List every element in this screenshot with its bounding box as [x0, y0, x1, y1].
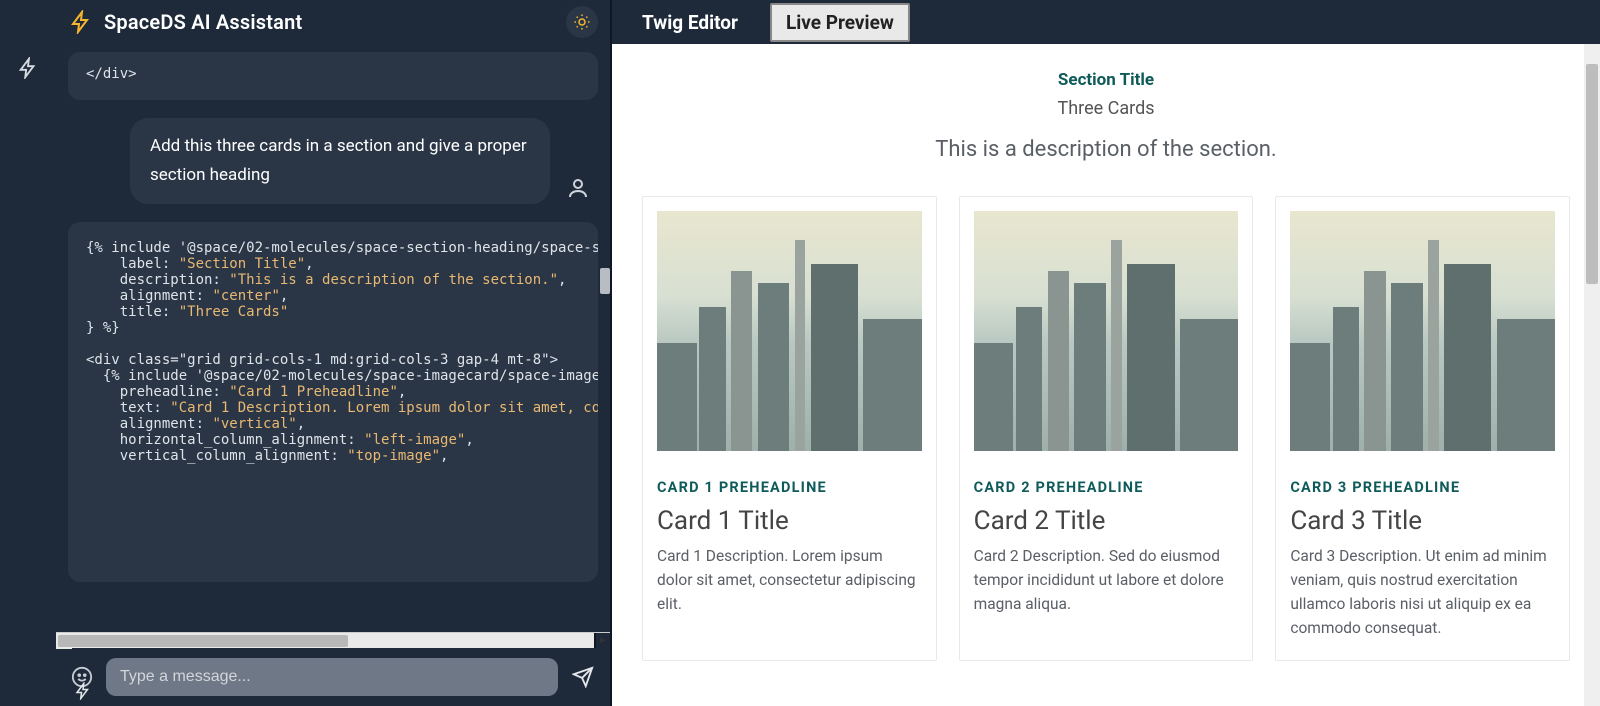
card-preheadline: CARD 2 PREHEADLINE — [974, 479, 1239, 496]
chat-input[interactable] — [106, 658, 558, 696]
app-logo-icon — [68, 9, 94, 35]
card-image — [1290, 211, 1555, 451]
card-image — [657, 211, 922, 451]
card-preheadline: CARD 3 PREHEADLINE — [1290, 479, 1555, 496]
section-label: Section Title — [642, 70, 1570, 90]
scroll-right-arrow-icon[interactable]: ► — [594, 633, 610, 648]
chat-scroll-area[interactable]: </div> Add this three cards in a section… — [56, 44, 610, 632]
assistant-code-snippet-top: </div> — [68, 52, 598, 100]
preview-scrollbar-thumb[interactable] — [1586, 64, 1598, 284]
theme-toggle-button[interactable] — [566, 6, 598, 38]
preview-pane[interactable]: Section Title Three Cards This is a desc… — [612, 44, 1600, 706]
card-grid: CARD 1 PREHEADLINE Card 1 Title Card 1 D… — [642, 196, 1570, 661]
horizontal-scrollbar[interactable]: ◄ ► — [56, 632, 610, 648]
card-text: Card 2 Description. Sed do eiusmod tempo… — [974, 544, 1239, 616]
horizontal-scrollbar-thumb[interactable] — [58, 635, 348, 647]
card-title: Card 1 Title — [657, 506, 922, 536]
user-avatar-icon — [562, 172, 594, 204]
card-title: Card 2 Title — [974, 506, 1239, 536]
sun-icon — [573, 13, 591, 31]
section-title: Three Cards — [642, 98, 1570, 119]
preview-vertical-scrollbar[interactable] — [1584, 44, 1600, 706]
composer — [56, 648, 610, 706]
tab-twig-editor[interactable]: Twig Editor — [628, 5, 752, 40]
card-item: CARD 2 PREHEADLINE Card 2 Title Card 2 D… — [959, 196, 1254, 661]
left-vertical-scrollbar[interactable] — [600, 268, 610, 294]
editor-tabs: Twig Editor Live Preview — [612, 0, 1600, 44]
card-item: CARD 3 PREHEADLINE Card 3 Title Card 3 D… — [1275, 196, 1570, 661]
chat-header: SpaceDS AI Assistant — [56, 0, 610, 44]
section-description: This is a description of the section. — [642, 137, 1570, 162]
right-panel: Twig Editor Live Preview Section Title T… — [610, 0, 1600, 706]
send-button[interactable] — [568, 662, 598, 692]
card-item: CARD 1 PREHEADLINE Card 1 Title Card 1 D… — [642, 196, 937, 661]
bolt-icon[interactable] — [14, 54, 42, 82]
send-icon — [572, 666, 594, 688]
bolt-corner-icon — [74, 682, 92, 704]
user-message-bubble: Add this three cards in a section and gi… — [130, 118, 550, 204]
card-image — [974, 211, 1239, 451]
chat-panel: SpaceDS AI Assistant </div> Add this thr… — [56, 0, 610, 706]
tab-live-preview[interactable]: Live Preview — [770, 3, 910, 42]
card-preheadline: CARD 1 PREHEADLINE — [657, 479, 922, 496]
left-rail — [0, 0, 56, 706]
card-text: Card 3 Description. Ut enim ad minim ven… — [1290, 544, 1555, 640]
assistant-code-block: {% include '@space/02-molecules/space-se… — [68, 222, 598, 582]
app-title: SpaceDS AI Assistant — [104, 10, 302, 34]
card-text: Card 1 Description. Lorem ipsum dolor si… — [657, 544, 922, 616]
card-title: Card 3 Title — [1290, 506, 1555, 536]
